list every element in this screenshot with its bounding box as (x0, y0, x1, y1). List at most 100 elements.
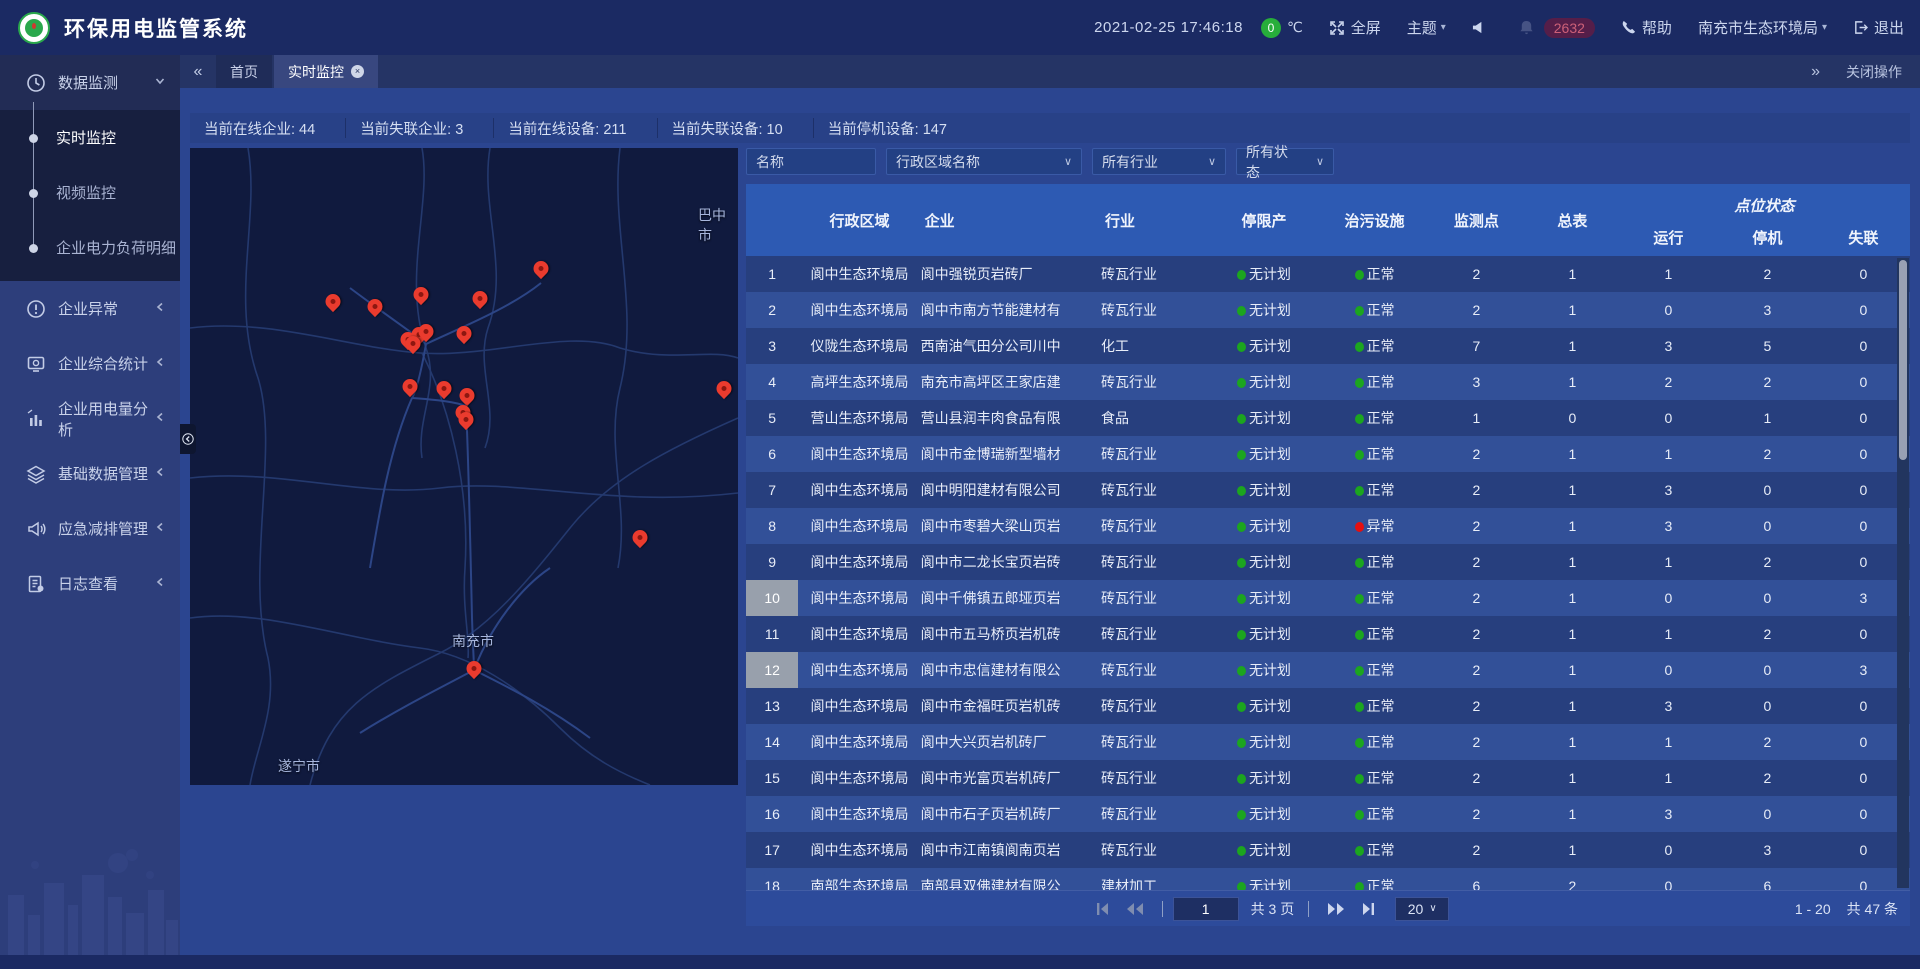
total-records-label: 共 47 条 (1847, 899, 1898, 919)
table-row[interactable]: 6阆中生态环境局阆中市金博瑞新型墙材砖瓦行业无计划正常21120 (746, 436, 1910, 472)
cell-points: 2 (1427, 446, 1526, 462)
cell-run: 0 (1619, 590, 1718, 606)
green-dot-icon (1237, 738, 1246, 748)
help-button[interactable]: 帮助 (1621, 17, 1672, 38)
cell-row-number: 12 (746, 652, 798, 688)
cell-lost: 0 (1817, 770, 1910, 786)
cell-row-number: 8 (746, 508, 798, 544)
tabs-scroll-left-icon[interactable]: « (180, 55, 216, 88)
cell-stop: 0 (1718, 662, 1817, 678)
tab-realtime-monitor[interactable]: 实时监控 × (274, 55, 378, 88)
sidebar-group-0[interactable]: 数据监测 (0, 55, 180, 110)
table-scrollbar[interactable] (1897, 258, 1909, 888)
cell-limit-status: 无计划 (1206, 408, 1322, 428)
name-input[interactable] (756, 154, 866, 170)
cell-stop: 0 (1718, 482, 1817, 498)
cell-company: 阆中市江南镇阆南页岩 (921, 840, 1101, 860)
cell-company: 阆中市金博瑞新型墙材 (921, 444, 1101, 464)
sidebar-group-2[interactable]: 企业综合统计 (0, 336, 180, 391)
cell-industry: 砖瓦行业 (1101, 444, 1206, 464)
range-label: 1 - 20 (1795, 901, 1831, 917)
table-row[interactable]: 5营山生态环境局营山县润丰肉食品有限食品无计划正常10010 (746, 400, 1910, 436)
sidebar-item-1[interactable]: 视频监控 (0, 165, 180, 220)
green-dot-icon (1237, 486, 1246, 496)
sidebar-group-6[interactable]: 日志查看 (0, 556, 180, 611)
theme-dropdown[interactable]: 主题▾ (1407, 17, 1446, 38)
table-row[interactable]: 18南部生态环境局南部县双佛建材有限公建材加工无计划正常62060 (746, 868, 1910, 890)
cell-lost: 0 (1817, 410, 1910, 426)
green-dot-icon (1237, 450, 1246, 460)
name-filter-input[interactable] (746, 148, 876, 175)
table-row[interactable]: 3仪陇生态环境局西南油气田分公司川中化工无计划正常71350 (746, 328, 1910, 364)
table-row[interactable]: 7阆中生态环境局阆中明阳建材有限公司砖瓦行业无计划正常21300 (746, 472, 1910, 508)
table-row[interactable]: 11阆中生态环境局阆中市五马桥页岩机砖砖瓦行业无计划正常21120 (746, 616, 1910, 652)
map-panel[interactable]: 巴中市南充市遂宁市 (190, 148, 738, 785)
prev-page-button[interactable] (1125, 902, 1145, 916)
table-row[interactable]: 4高坪生态环境局南充市高坪区王家店建砖瓦行业无计划正常31220 (746, 364, 1910, 400)
last-page-button[interactable] (1360, 902, 1376, 916)
cell-run: 0 (1619, 842, 1718, 858)
table-row[interactable]: 1阆中生态环境局阆中强锐页岩砖厂砖瓦行业无计划正常21120 (746, 256, 1910, 292)
cell-stop: 5 (1718, 338, 1817, 354)
cell-stop: 0 (1718, 806, 1817, 822)
fullscreen-button[interactable]: 全屏 (1329, 17, 1381, 38)
table-row[interactable]: 17阆中生态环境局阆中市江南镇阆南页岩砖瓦行业无计划正常21030 (746, 832, 1910, 868)
close-operations-button[interactable]: 关闭操作 (1846, 62, 1902, 82)
cell-district: 高坪生态环境局 (798, 372, 920, 392)
cell-row-number: 3 (746, 328, 798, 364)
cell-points: 2 (1427, 554, 1526, 570)
sidebar-group-1[interactable]: 企业异常 (0, 281, 180, 336)
col-group-point-status: 点位状态 (1619, 184, 1910, 218)
sidebar-group-4[interactable]: 基础数据管理 (0, 446, 180, 501)
first-page-button[interactable] (1095, 902, 1111, 916)
status-filter-select[interactable]: 所有状态 ∨ (1236, 148, 1334, 175)
sidebar-collapse-handle[interactable] (180, 424, 196, 454)
page-number-input[interactable] (1173, 897, 1239, 921)
cell-lost: 0 (1817, 626, 1910, 642)
sidebar-item-2[interactable]: 企业电力负荷明细 (0, 220, 180, 275)
table-row[interactable]: 16阆中生态环境局阆中市石子页岩机砖厂砖瓦行业无计划正常21300 (746, 796, 1910, 832)
cell-limit-status: 无计划 (1206, 264, 1322, 284)
industry-filter-select[interactable]: 所有行业 ∨ (1092, 148, 1226, 175)
green-dot-icon (1355, 414, 1364, 424)
cell-lost: 0 (1817, 878, 1910, 890)
table-row[interactable]: 14阆中生态环境局阆中大兴页岩机砖厂砖瓦行业无计划正常21120 (746, 724, 1910, 760)
user-dropdown[interactable]: 南充市生态环境局▾ (1698, 17, 1827, 38)
close-tab-icon[interactable]: × (351, 65, 364, 78)
green-dot-icon (1355, 450, 1364, 460)
page-size-select[interactable]: 20 ∨ (1395, 897, 1449, 921)
green-dot-icon (1237, 846, 1246, 856)
cell-limit-status: 无计划 (1206, 624, 1322, 644)
table-row[interactable]: 13阆中生态环境局阆中市金福旺页岩机砖砖瓦行业无计划正常21300 (746, 688, 1910, 724)
table-row[interactable]: 15阆中生态环境局阆中市光富页岩机砖厂砖瓦行业无计划正常21120 (746, 760, 1910, 796)
skyline-decoration (0, 835, 180, 955)
last-page-icon (1360, 902, 1376, 916)
stat-2: 当前在线设备: 211 (494, 118, 657, 138)
cell-points: 2 (1427, 842, 1526, 858)
table-row[interactable]: 2阆中生态环境局阆中市南方节能建材有砖瓦行业无计划正常21030 (746, 292, 1910, 328)
scrollbar-thumb[interactable] (1899, 260, 1907, 460)
next-page-button[interactable] (1326, 902, 1346, 916)
cell-lost: 0 (1817, 338, 1910, 354)
table-row[interactable]: 12阆中生态环境局阆中市忠信建材有限公砖瓦行业无计划正常21003 (746, 652, 1910, 688)
sound-toggle[interactable] (1472, 20, 1493, 35)
tab-home[interactable]: 首页 (216, 55, 272, 88)
cell-stop: 0 (1718, 698, 1817, 714)
sidebar-item-0[interactable]: 实时监控 (0, 110, 180, 165)
table-row[interactable]: 8阆中生态环境局阆中市枣碧大梁山页岩砖瓦行业无计划异常21300 (746, 508, 1910, 544)
table-row[interactable]: 10阆中生态环境局阆中千佛镇五郎垭页岩砖瓦行业无计划正常21003 (746, 580, 1910, 616)
cell-district: 阆中生态环境局 (798, 768, 920, 788)
cell-company: 南部县双佛建材有限公 (921, 876, 1101, 890)
logout-button[interactable]: 退出 (1853, 17, 1904, 38)
cell-run: 3 (1619, 698, 1718, 714)
region-filter-select[interactable]: 行政区域名称 ∨ (886, 148, 1082, 175)
notifications[interactable]: 2632 (1519, 18, 1595, 38)
tabs-scroll-right-icon[interactable]: » (1811, 63, 1820, 81)
table-row[interactable]: 9阆中生态环境局阆中市二龙长宝页岩砖砖瓦行业无计划正常21120 (746, 544, 1910, 580)
chevron-left-icon (154, 355, 166, 372)
sidebar-group-label: 应急减排管理 (58, 518, 148, 539)
sidebar-group-5[interactable]: 应急减排管理 (0, 501, 180, 556)
sidebar-group-3[interactable]: 企业用电量分析 (0, 391, 180, 446)
green-dot-icon (1355, 594, 1364, 604)
cell-company: 阆中市南方节能建材有 (921, 300, 1101, 320)
